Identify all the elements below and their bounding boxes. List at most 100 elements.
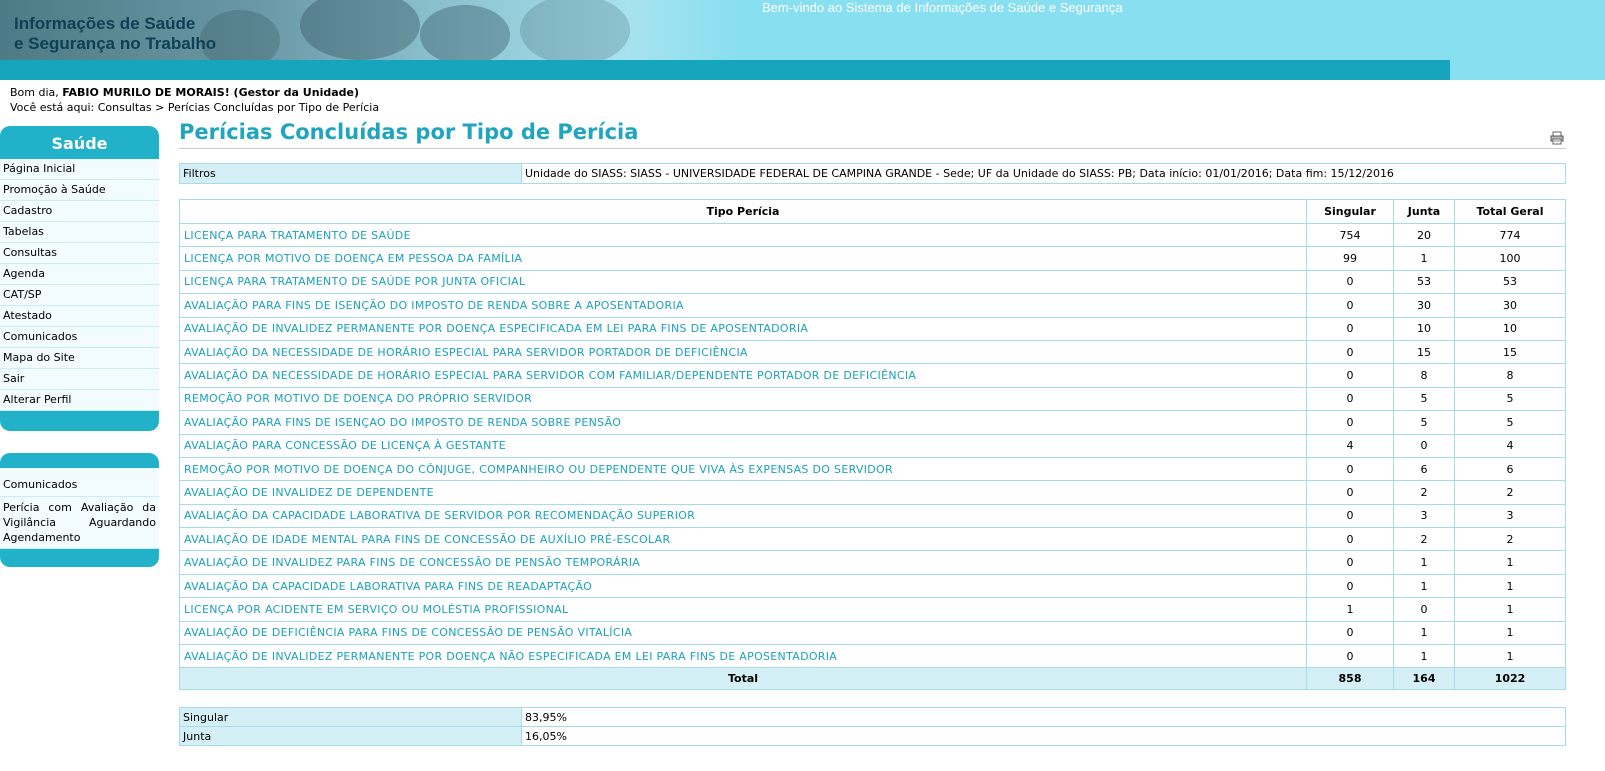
total-junta: 164: [1393, 667, 1455, 691]
table-row: AVALIAÇÃO PARA FINS DE ISENÇAO DO IMPOST…: [179, 410, 1566, 435]
page-title: Perícias Concluídas por Tipo de Perícia: [179, 120, 639, 144]
site-logo-title[interactable]: Informações de Saúde e Segurança no Trab…: [14, 14, 216, 54]
table-row: AVALIAÇÃO DA CAPACIDADE LABORATIVA PARA …: [179, 573, 1566, 599]
sidebar-footer: [0, 411, 159, 431]
sidebar-item-sair[interactable]: Sair: [0, 369, 159, 390]
tipo-pericia-link[interactable]: AVALIAÇÃO DA CAPACIDADE LABORATIVA PARA …: [179, 573, 1307, 599]
header-bar: [0, 60, 1450, 80]
total-singular: 858: [1306, 667, 1394, 691]
sidebar-notices-footer: [0, 549, 159, 567]
percent-label: Singular: [179, 707, 522, 727]
breadcrumb: Você está aqui: Consultas > Perícias Con…: [10, 101, 379, 114]
total-geral-cell: 2: [1454, 527, 1566, 552]
tipo-pericia-link[interactable]: AVALIAÇÃO DE INVALIDEZ PERMANENTE POR DO…: [179, 316, 1307, 341]
tipo-pericia-link[interactable]: LICENÇA PARA TRATAMENTO DE SAÚDE POR JUN…: [179, 269, 1307, 295]
results-table: Tipo Perícia Singular Junta Total Geral …: [179, 199, 1566, 691]
total-geral-cell: 1: [1454, 573, 1566, 599]
filters-value: Unidade do SIASS: SIASS - UNIVERSIDADE F…: [521, 163, 1566, 184]
breadcrumb-prefix: Você está aqui:: [10, 101, 98, 114]
singular-cell: 0: [1306, 527, 1394, 552]
tipo-pericia-link[interactable]: LICENÇA POR MOTIVO DE DOENÇA EM PESSOA D…: [179, 246, 1307, 271]
junta-cell: 5: [1393, 410, 1455, 435]
table-row: AVALIAÇÃO DA NECESSIDADE DE HORÁRIO ESPE…: [179, 339, 1566, 365]
table-total-row: Total 858 164 1022: [179, 667, 1566, 691]
singular-cell: 0: [1306, 339, 1394, 365]
singular-cell: 1: [1306, 597, 1394, 622]
greeting-prefix: Bom dia,: [10, 86, 63, 99]
tipo-pericia-link[interactable]: AVALIAÇÃO DE INVALIDEZ DE DEPENDENTE: [179, 480, 1307, 505]
tipo-pericia-link[interactable]: AVALIAÇÃO DE DEFICIÊNCIA PARA FINS DE CO…: [179, 620, 1307, 646]
tipo-pericia-link[interactable]: REMOÇÃO POR MOTIVO DE DOENÇA DO PRÓPRIO …: [179, 386, 1307, 412]
tipo-pericia-link[interactable]: AVALIAÇÃO DA NECESSIDADE DE HORÁRIO ESPE…: [179, 339, 1307, 365]
printer-icon[interactable]: [1550, 131, 1564, 145]
singular-cell: 0: [1306, 573, 1394, 599]
tipo-pericia-link[interactable]: LICENÇA POR ACIDENTE EM SERVIÇO OU MOLÉS…: [179, 597, 1307, 622]
tipo-pericia-link[interactable]: LICENÇA PARA TRATAMENTO DE SAÚDE: [179, 222, 1307, 248]
table-row: AVALIAÇÃO PARA CONCESSÃO DE LICENÇA À GE…: [179, 433, 1566, 458]
sidebar-notice-comunicados[interactable]: Comunicados: [0, 476, 159, 497]
total-geral-cell: 6: [1454, 456, 1566, 482]
table-row: LICENÇA PARA TRATAMENTO DE SAÚDE 754 20 774: [179, 222, 1566, 248]
sidebar-item-agenda[interactable]: Agenda: [0, 264, 159, 285]
site-title-line1: Informações de Saúde: [14, 14, 196, 33]
junta-cell: 1: [1393, 573, 1455, 599]
total-geral-cell: 1: [1454, 597, 1566, 622]
sidebar-item-alterar-perfil[interactable]: Alterar Perfil: [0, 390, 159, 411]
total-geral-cell: 3: [1454, 503, 1566, 529]
singular-cell: 0: [1306, 293, 1394, 318]
total-geral-cell: 5: [1454, 410, 1566, 435]
sidebar-item-cat-sp[interactable]: CAT/SP: [0, 285, 159, 306]
junta-cell: 3: [1393, 503, 1455, 529]
sidebar-item-mapa-site[interactable]: Mapa do Site: [0, 348, 159, 369]
junta-cell: 2: [1393, 527, 1455, 552]
sidebar-title: Saúde: [0, 126, 159, 159]
singular-cell: 0: [1306, 316, 1394, 341]
junta-cell: 30: [1393, 293, 1455, 318]
singular-cell: 0: [1306, 456, 1394, 482]
sidebar-item-tabelas[interactable]: Tabelas: [0, 222, 159, 243]
site-title-line2: e Segurança no Trabalho: [14, 34, 217, 53]
header-banner: Informações de Saúde e Segurança no Trab…: [0, 0, 1605, 80]
sidebar-item-pagina-inicial[interactable]: Página Inicial: [0, 159, 159, 180]
singular-cell: 0: [1306, 363, 1394, 388]
table-row: AVALIAÇÃO DE INVALIDEZ PARA FINS DE CONC…: [179, 550, 1566, 575]
singular-cell: 754: [1306, 222, 1394, 248]
column-header-total: Total Geral: [1454, 199, 1566, 224]
sidebar-notice-pericia-vigilancia[interactable]: Perícia com Avaliação da Vigilância Agua…: [0, 497, 159, 549]
junta-cell: 2: [1393, 480, 1455, 505]
junta-cell: 0: [1393, 597, 1455, 622]
total-geral-cell: 5: [1454, 386, 1566, 412]
tipo-pericia-link[interactable]: AVALIAÇÃO DA NECESSIDADE DE HORÁRIO ESPE…: [179, 363, 1307, 388]
tipo-pericia-link[interactable]: AVALIAÇÃO DA CAPACIDADE LABORATIVA DE SE…: [179, 503, 1307, 529]
table-row: AVALIAÇÃO DE IDADE MENTAL PARA FINS DE C…: [179, 527, 1566, 552]
tipo-pericia-link[interactable]: AVALIAÇÃO PARA FINS DE ISENÇÃO DO IMPOST…: [179, 293, 1307, 318]
junta-cell: 15: [1393, 339, 1455, 365]
sidebar-item-atestado[interactable]: Atestado: [0, 306, 159, 327]
sidebar-item-consultas[interactable]: Consultas: [0, 243, 159, 264]
total-geral: 1022: [1454, 667, 1566, 691]
table-row: AVALIAÇÃO DE INVALIDEZ PERMANENTE POR DO…: [179, 316, 1566, 341]
total-geral-cell: 4: [1454, 433, 1566, 458]
sidebar-item-cadastro[interactable]: Cadastro: [0, 201, 159, 222]
sidebar-item-promocao-saude[interactable]: Promoção à Saúde: [0, 180, 159, 201]
percent-value: 83,95%: [521, 707, 1566, 727]
tipo-pericia-link[interactable]: REMOÇÃO POR MOTIVO DE DOENÇA DO CÔNJUGE,…: [179, 456, 1307, 482]
breadcrumb-consultas[interactable]: Consultas: [98, 101, 152, 114]
column-header-tipo: Tipo Perícia: [179, 199, 1307, 224]
breadcrumb-current: Perícias Concluídas por Tipo de Perícia: [167, 101, 380, 114]
table-row: LICENÇA POR MOTIVO DE DOENÇA EM PESSOA D…: [179, 246, 1566, 271]
total-geral-cell: 15: [1454, 339, 1566, 365]
tipo-pericia-link[interactable]: AVALIAÇÃO DE IDADE MENTAL PARA FINS DE C…: [179, 527, 1307, 552]
column-header-junta: Junta: [1393, 199, 1455, 224]
junta-cell: 1: [1393, 620, 1455, 646]
singular-cell: 0: [1306, 480, 1394, 505]
sidebar-item-comunicados[interactable]: Comunicados: [0, 327, 159, 348]
tipo-pericia-link[interactable]: AVALIAÇÃO DE INVALIDEZ PERMANENTE POR DO…: [179, 644, 1307, 669]
tipo-pericia-link[interactable]: AVALIAÇÃO PARA CONCESSÃO DE LICENÇA À GE…: [179, 433, 1307, 458]
tipo-pericia-link[interactable]: AVALIAÇÃO PARA FINS DE ISENÇAO DO IMPOST…: [179, 410, 1307, 435]
singular-cell: 0: [1306, 644, 1394, 669]
singular-cell: 4: [1306, 433, 1394, 458]
table-row: AVALIAÇÃO DE INVALIDEZ PERMANENTE POR DO…: [179, 644, 1566, 669]
tipo-pericia-link[interactable]: AVALIAÇÃO DE INVALIDEZ PARA FINS DE CONC…: [179, 550, 1307, 575]
junta-cell: 1: [1393, 246, 1455, 271]
